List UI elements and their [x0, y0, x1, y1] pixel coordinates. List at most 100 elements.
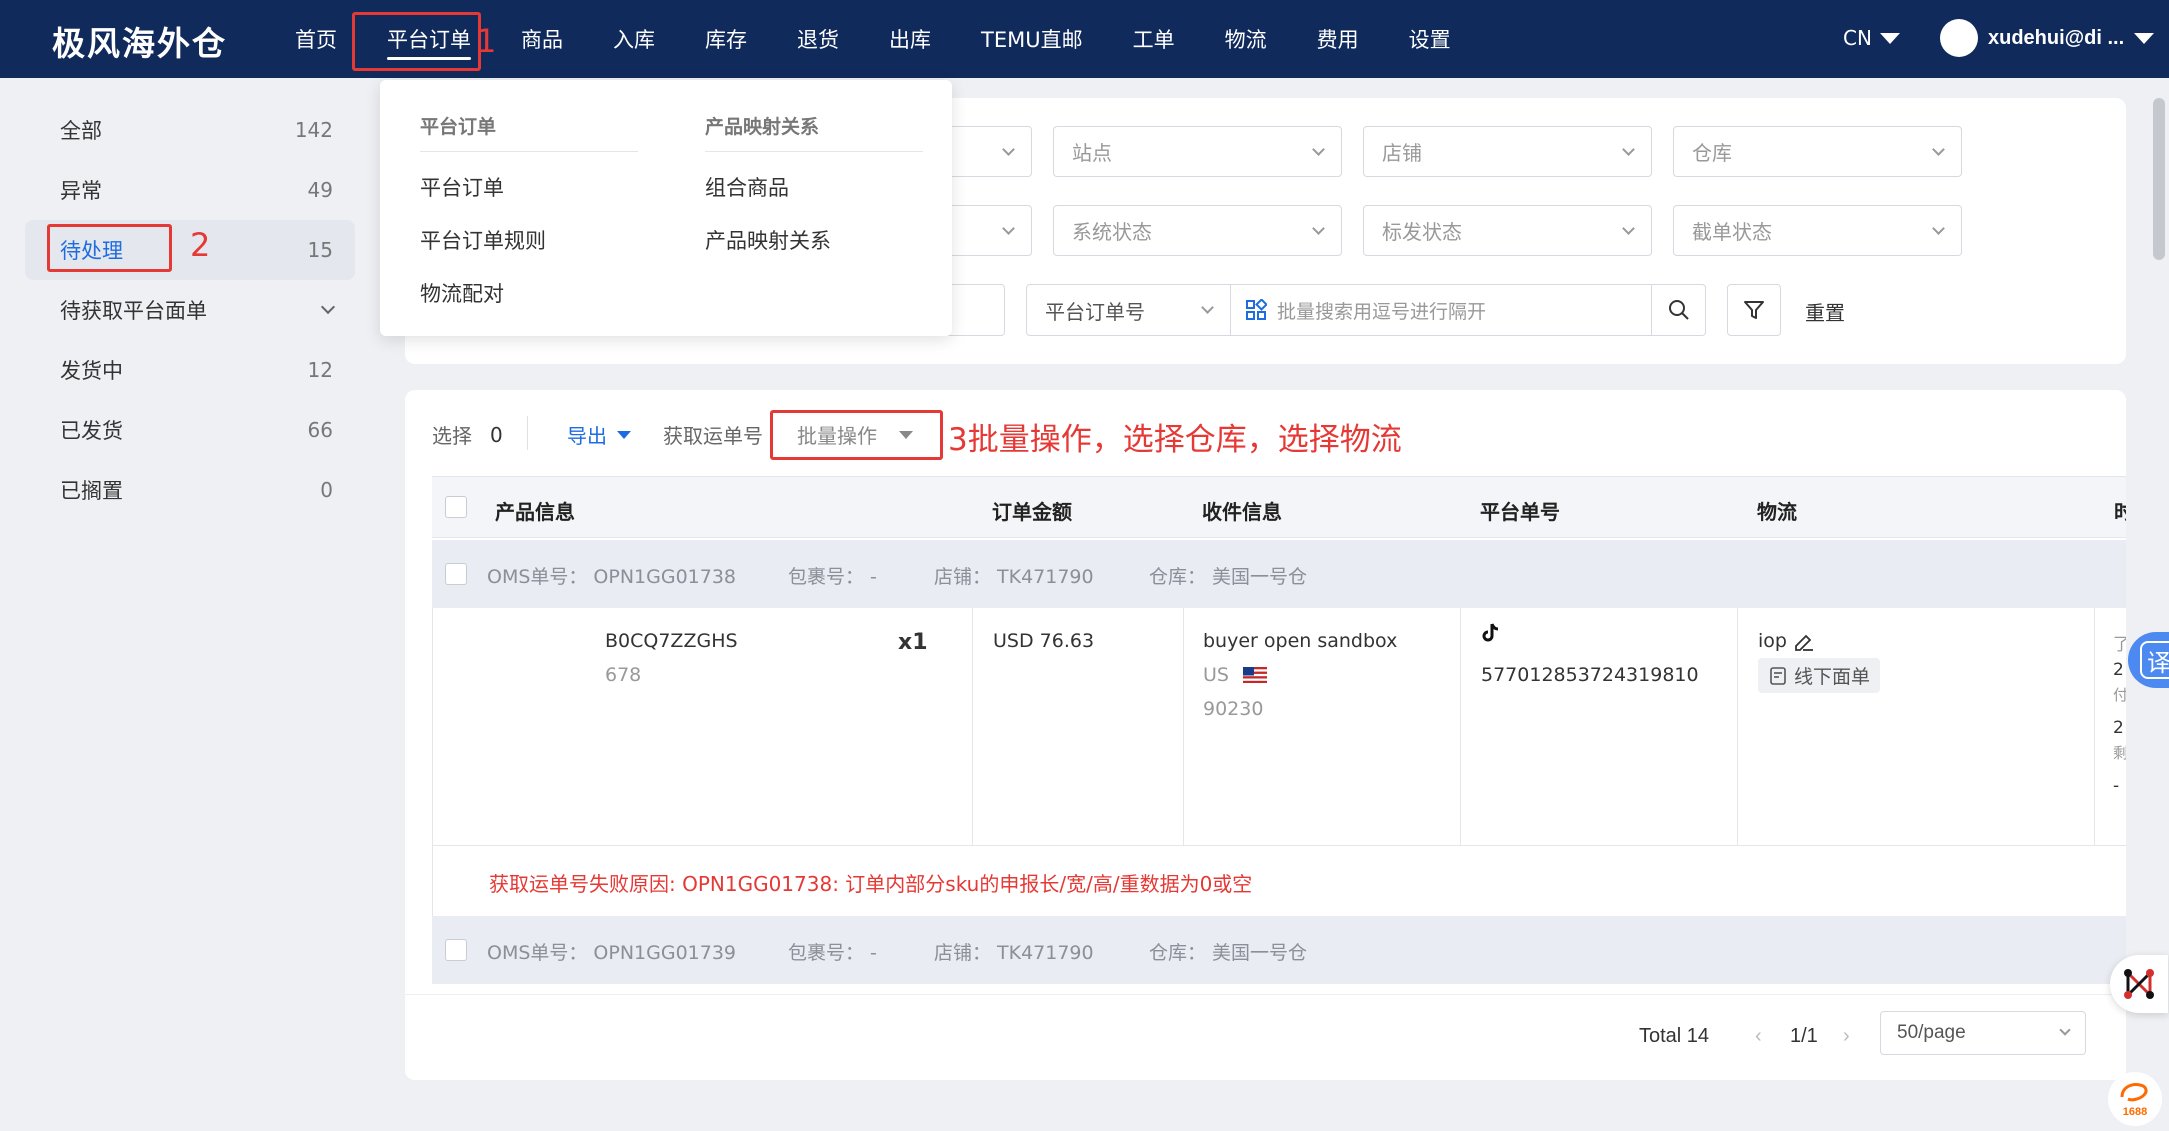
chevron-down-icon — [320, 299, 336, 315]
get-waybill-button[interactable]: 获取运单号 — [663, 420, 763, 449]
grid-icon — [1246, 299, 1267, 320]
offline-label-tag[interactable]: 线下面单 — [1758, 658, 1881, 693]
language-label: CN — [1843, 26, 1872, 50]
search-button[interactable] — [1652, 284, 1706, 336]
top-nav-bar: 极风海外仓 首页 平台订单 商品 入库 库存 退货 出库 TEMU直邮 工单 物… — [0, 0, 2169, 78]
filter-placeholder: 截单状态 — [1692, 220, 1772, 244]
product-sku[interactable]: B0CQ7ZZGHS — [605, 630, 738, 652]
filter-shop-select[interactable]: 店铺 — [1363, 126, 1652, 177]
alibaba-label: 1688 — [2122, 1105, 2148, 1118]
menu-item-platform-orders[interactable]: 平台订单 — [420, 172, 504, 202]
nav-item-products[interactable]: 商品 — [496, 0, 588, 78]
selection-counter: 选择 0 — [432, 420, 503, 449]
nav-item-home[interactable]: 首页 — [270, 0, 362, 78]
pagination-bar: Total 14 ‹ 1/1 › 50/page — [405, 994, 2126, 1080]
bulk-search-placeholder: 批量搜索用逗号进行隔开 — [1277, 300, 1487, 323]
nav-item-returns[interactable]: 退货 — [772, 0, 864, 78]
alibaba-1688-button[interactable]: 1688 — [2108, 1072, 2162, 1126]
menu-item-product-mapping[interactable]: 产品映射关系 — [705, 225, 831, 255]
chevron-down-icon — [1002, 222, 1015, 235]
caret-down-icon — [617, 430, 631, 439]
sidebar-item-awaiting-label[interactable]: 待获取平台面单 — [25, 280, 355, 340]
filter-mark-status-select[interactable]: 标发状态 — [1363, 205, 1652, 256]
column-divider — [1183, 608, 1184, 846]
filter-warehouse-select[interactable]: 仓库 — [1673, 126, 1962, 177]
page-indicator: 1/1 — [1790, 1025, 1818, 1047]
order-amount: USD 76.63 — [993, 630, 1095, 652]
sidebar-item-all[interactable]: 全部 142 — [25, 100, 355, 160]
advanced-filter-button[interactable] — [1727, 284, 1781, 336]
chevron-down-icon — [1622, 143, 1635, 156]
caret-down-icon — [1879, 32, 1900, 44]
language-switcher[interactable]: CN — [1843, 26, 1900, 50]
chevron-down-icon — [1622, 222, 1635, 235]
nav-item-fees[interactable]: 费用 — [1292, 0, 1384, 78]
chevron-down-icon — [1932, 143, 1945, 156]
sidebar-item-exception[interactable]: 异常 49 — [25, 160, 355, 220]
sidebar-item-shipped[interactable]: 已发货 66 — [25, 400, 355, 460]
column-header-time: 时 — [2114, 500, 2126, 524]
time-cell-fragment: 付 — [2113, 686, 2126, 704]
page-scrollbar[interactable] — [2153, 98, 2165, 260]
nav-item-inbound[interactable]: 入库 — [588, 0, 680, 78]
waybill-error-message: 获取运单号失败原因: OPN1GG01738: 订单内部分sku的申报长/宽/高… — [489, 872, 1253, 896]
status-sidebar: 全部 142 异常 49 待处理 15 待获取平台面单 发货中 12 已发货 6… — [25, 100, 355, 520]
sidebar-item-label: 发货中 — [60, 359, 123, 383]
sidebar-item-count: 0 — [320, 478, 333, 502]
annotation-box-2 — [47, 224, 172, 272]
filter-placeholder: 系统状态 — [1072, 220, 1152, 244]
order-group-row: OMS单号： OPN1GG01738 包裹号： - 店铺： TK471790 仓库：美… — [432, 540, 2126, 608]
waybill-error-row: 获取运单号失败原因: OPN1GG01738: 订单内部分sku的申报长/宽/高… — [432, 846, 2126, 916]
nav-item-tickets[interactable]: 工单 — [1108, 0, 1200, 78]
toolbar-divider — [527, 416, 528, 450]
filter-site-select[interactable]: 站点 — [1053, 126, 1342, 177]
filter-placeholder: 仓库 — [1692, 141, 1732, 165]
document-icon — [1770, 666, 1786, 685]
select-all-checkbox[interactable] — [445, 496, 467, 518]
annotation-number-1: 1 — [476, 22, 497, 60]
sidebar-item-count: 12 — [307, 358, 333, 382]
prev-page-icon[interactable]: ‹ — [1755, 1025, 1762, 1048]
order-checkbox[interactable] — [445, 939, 467, 961]
translate-button[interactable]: 译 — [2128, 632, 2169, 688]
next-page-icon[interactable]: › — [1843, 1025, 1850, 1048]
menu-item-logistics-matching[interactable]: 物流配对 — [420, 278, 504, 308]
order-number-type-select[interactable]: 平台订单号 — [1026, 284, 1231, 336]
menu-item-bundle-products[interactable]: 组合商品 — [705, 172, 789, 202]
column-divider — [972, 608, 973, 846]
user-menu[interactable]: xudehui@di ... — [1940, 19, 2155, 57]
filter-icon — [1744, 301, 1764, 319]
column-header-product: 产品信息 — [495, 500, 575, 524]
bulk-search-input[interactable]: 批量搜索用逗号进行隔开 — [1231, 284, 1652, 336]
page-size-select[interactable]: 50/page — [1880, 1011, 2086, 1055]
column-header-recipient: 收件信息 — [1202, 500, 1282, 524]
oms-number: OMS单号： OPN1GG01739 — [487, 942, 737, 964]
nav-item-outbound[interactable]: 出库 — [864, 0, 956, 78]
time-cell-fragment: 剩 — [2113, 744, 2126, 762]
brand-logo[interactable]: 极风海外仓 — [52, 17, 227, 65]
menu-group-title: 产品映射关系 — [705, 112, 923, 152]
time-cell-fragment: - — [2113, 776, 2120, 796]
platform-orders-dropdown: 平台订单 平台订单 平台订单规则 物流配对 产品映射关系 组合商品 产品映射关系 — [380, 80, 952, 336]
filter-cutoff-status-select[interactable]: 截单状态 — [1673, 205, 1962, 256]
order-checkbox[interactable] — [445, 563, 467, 585]
nav-item-inventory[interactable]: 库存 — [680, 0, 772, 78]
menu-group-title: 平台订单 — [420, 112, 638, 152]
nav-item-logistics[interactable]: 物流 — [1200, 0, 1292, 78]
user-email: xudehui@di ... — [1988, 26, 2125, 49]
filter-system-status-select[interactable]: 系统状态 — [1053, 205, 1342, 256]
reset-button[interactable]: 重置 — [1805, 297, 1845, 326]
platform-order-number[interactable]: 577012853724319810 — [1481, 664, 1699, 686]
sidebar-item-shipping[interactable]: 发货中 12 — [25, 340, 355, 400]
menu-item-order-rules[interactable]: 平台订单规则 — [420, 225, 546, 255]
order-detail-row: B0CQ7ZZGHS 678 x1 USD 76.63 buyer open s… — [432, 608, 2126, 846]
edit-icon[interactable] — [1793, 631, 1815, 651]
export-button[interactable]: 导出 — [567, 420, 631, 449]
nav-item-settings[interactable]: 设置 — [1384, 0, 1476, 78]
time-cell-fragment: 2 — [2113, 660, 2124, 680]
sidebar-item-label: 已搁置 — [60, 479, 123, 503]
network-graph-button[interactable] — [2110, 955, 2168, 1013]
nav-item-temu-direct[interactable]: TEMU直邮 — [956, 0, 1108, 78]
sidebar-item-on-hold[interactable]: 已搁置 0 — [25, 460, 355, 520]
chevron-down-icon — [1312, 143, 1325, 156]
